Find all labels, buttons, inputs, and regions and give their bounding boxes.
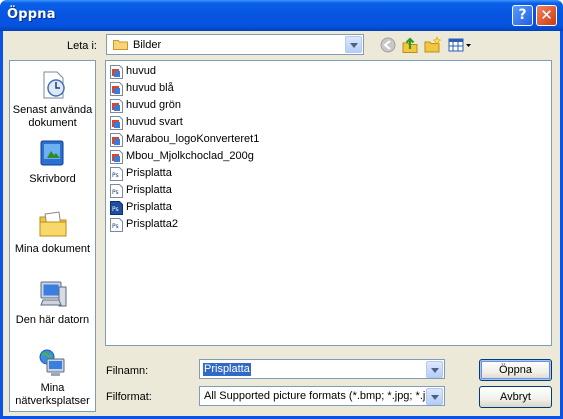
cancel-button[interactable]: Avbryt bbox=[479, 386, 552, 408]
network-places-icon bbox=[39, 349, 64, 376]
new-folder-icon[interactable] bbox=[424, 36, 442, 54]
image-file-icon bbox=[110, 116, 123, 130]
psd-file-icon: Ps bbox=[110, 167, 123, 181]
file-name: Prisplatta2 bbox=[126, 218, 178, 230]
filename-label: Filnamn: bbox=[106, 365, 149, 377]
view-menu-icon[interactable] bbox=[447, 36, 473, 54]
close-button[interactable]: ✕ bbox=[536, 5, 557, 26]
file-name: huvud bbox=[126, 65, 156, 77]
place-label: Den här datorn bbox=[15, 314, 90, 326]
fileformat-value: All Supported picture formats (*.bmp; *.… bbox=[204, 390, 426, 402]
image-file-icon bbox=[110, 99, 123, 113]
svg-text:Ps: Ps bbox=[112, 223, 119, 230]
photoshop-file-icon: Ps bbox=[110, 201, 123, 215]
window-title: Öppna bbox=[7, 7, 56, 22]
image-file-icon bbox=[110, 133, 123, 147]
psd-file-icon: Ps bbox=[110, 218, 123, 232]
my-documents-icon bbox=[39, 211, 66, 237]
place-network[interactable]: Mina nätverksplatser bbox=[10, 347, 95, 408]
file-name: Marabou_logoKonverteret1 bbox=[126, 133, 260, 145]
fileformat-label: Filformat: bbox=[106, 391, 152, 403]
svg-text:Ps: Ps bbox=[112, 189, 119, 196]
file-name: huvud blå bbox=[126, 82, 174, 94]
file-name: Prisplatta bbox=[126, 167, 172, 179]
open-button[interactable]: Öppna bbox=[479, 359, 552, 381]
open-dialog-window: Öppna ? ✕ Leta i: Bilder Senast använda … bbox=[0, 0, 563, 419]
place-label: Mina nätverksplatser bbox=[15, 382, 90, 407]
look-in-dropdown[interactable]: Bilder bbox=[106, 34, 364, 55]
dialog-body: Leta i: Bilder Senast använda dokument S… bbox=[3, 31, 560, 416]
recent-documents-icon bbox=[43, 71, 65, 99]
title-bar[interactable]: Öppna ? ✕ bbox=[0, 0, 563, 31]
place-recent-documents[interactable]: Senast använda dokument bbox=[10, 69, 95, 130]
chevron-down-icon[interactable] bbox=[426, 361, 443, 378]
my-computer-icon bbox=[39, 281, 66, 307]
place-my-computer[interactable]: Den här datorn bbox=[10, 279, 95, 327]
place-label: Mina dokument bbox=[14, 243, 91, 255]
back-icon[interactable] bbox=[379, 36, 397, 54]
psd-file-icon: Ps bbox=[110, 184, 123, 198]
places-bar: Senast använda dokument Skrivbord Mina d… bbox=[9, 60, 96, 412]
look-in-value: Bilder bbox=[133, 39, 162, 51]
place-my-documents[interactable]: Mina dokument bbox=[10, 208, 95, 256]
svg-text:Ps: Ps bbox=[112, 172, 119, 179]
file-name: Mbou_Mjolkchoclad_200g bbox=[126, 150, 254, 162]
help-button[interactable]: ? bbox=[512, 5, 533, 26]
filename-input[interactable]: Prisplatta bbox=[199, 359, 445, 379]
chevron-down-icon[interactable] bbox=[426, 388, 443, 405]
image-file-icon bbox=[110, 150, 123, 164]
file-name: huvud svart bbox=[126, 116, 183, 128]
desktop-icon bbox=[40, 140, 63, 166]
filename-value: Prisplatta bbox=[203, 363, 251, 376]
image-file-icon bbox=[110, 82, 123, 96]
image-file-icon bbox=[110, 65, 123, 79]
file-list[interactable]: huvud huvud blå huvud grön huvud svart M… bbox=[105, 60, 552, 346]
place-label: Senast använda dokument bbox=[12, 104, 93, 129]
folder-icon bbox=[113, 40, 128, 50]
up-folder-icon[interactable] bbox=[401, 36, 419, 54]
svg-text:Ps: Ps bbox=[112, 206, 119, 213]
file-name: Prisplatta bbox=[126, 184, 172, 196]
chevron-down-icon[interactable] bbox=[345, 36, 362, 53]
fileformat-dropdown[interactable]: All Supported picture formats (*.bmp; *.… bbox=[199, 386, 445, 406]
look-in-label: Leta i: bbox=[67, 40, 97, 52]
place-desktop[interactable]: Skrivbord bbox=[10, 138, 95, 186]
file-name: huvud grön bbox=[126, 99, 182, 111]
place-label: Skrivbord bbox=[29, 173, 76, 185]
file-name: Prisplatta bbox=[126, 201, 172, 213]
